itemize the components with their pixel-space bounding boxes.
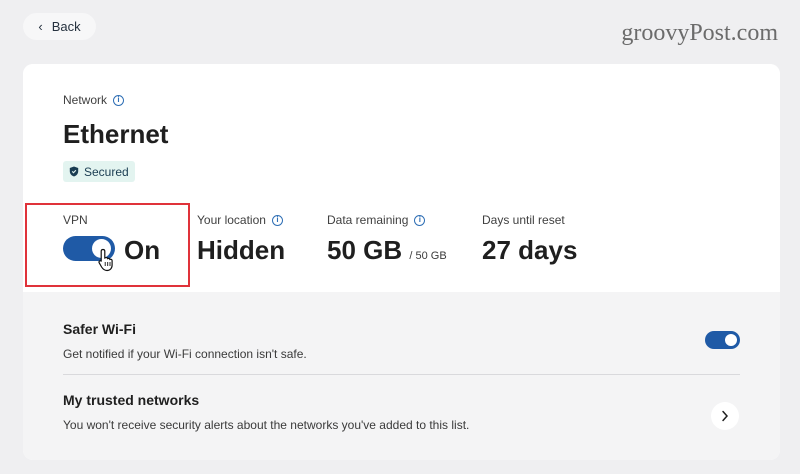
safer-wifi-desc: Get notified if your Wi-Fi connection is… <box>63 347 307 361</box>
back-label: Back <box>51 19 81 34</box>
network-summary: Network i Ethernet Secured VPN On Your l… <box>23 64 780 292</box>
trusted-networks-chevron-button[interactable] <box>711 402 739 430</box>
hand-cursor-icon <box>98 248 113 272</box>
safer-wifi-row: Safer Wi-Fi Get notified if your Wi-Fi c… <box>63 321 740 361</box>
days-until-reset-stat: Days until reset 27 days <box>482 213 577 266</box>
vpn-state: On <box>124 235 161 265</box>
location-value: Hidden <box>197 235 286 265</box>
shield-icon <box>69 166 79 177</box>
badge-label: Secured <box>84 164 129 179</box>
back-button[interactable]: ‹ Back <box>23 13 96 40</box>
watermark: groovyPost.com <box>621 20 778 46</box>
chevron-left-icon: ‹ <box>38 19 43 34</box>
safer-wifi-title: Safer Wi-Fi <box>63 321 136 337</box>
network-label: Network <box>63 93 108 107</box>
safer-wifi-toggle-knob <box>725 334 737 346</box>
settings-section: Safer Wi-Fi Get notified if your Wi-Fi c… <box>23 292 780 460</box>
trusted-networks-title: My trusted networks <box>63 392 200 408</box>
data-remaining-value: 50 GB <box>327 235 403 265</box>
trusted-networks-desc: You won't receive security alerts about … <box>63 418 470 432</box>
safer-wifi-toggle[interactable] <box>705 331 740 349</box>
info-icon[interactable]: i <box>271 214 283 226</box>
network-label-row: Network i <box>63 93 125 107</box>
data-remaining-stat: Data remaining i 50 GB / 50 GB <box>327 213 447 266</box>
network-name: Ethernet <box>63 119 169 149</box>
divider <box>63 374 740 375</box>
data-total: / 50 GB <box>409 250 447 262</box>
info-icon[interactable]: i <box>113 94 125 106</box>
secured-badge: Secured <box>63 161 135 182</box>
chevron-right-icon <box>722 410 729 422</box>
info-icon[interactable]: i <box>414 214 426 226</box>
location-stat: Your location i Hidden <box>197 213 285 266</box>
network-card: Network i Ethernet Secured VPN On Your l… <box>23 64 780 460</box>
trusted-networks-row[interactable]: My trusted networks You won't receive se… <box>63 392 740 432</box>
location-label: Your location <box>197 213 266 227</box>
days-until-reset-value: 27 days <box>482 235 578 265</box>
data-remaining-label: Data remaining <box>327 213 409 227</box>
days-until-reset-label: Days until reset <box>482 213 565 227</box>
vpn-label: VPN <box>63 213 88 227</box>
